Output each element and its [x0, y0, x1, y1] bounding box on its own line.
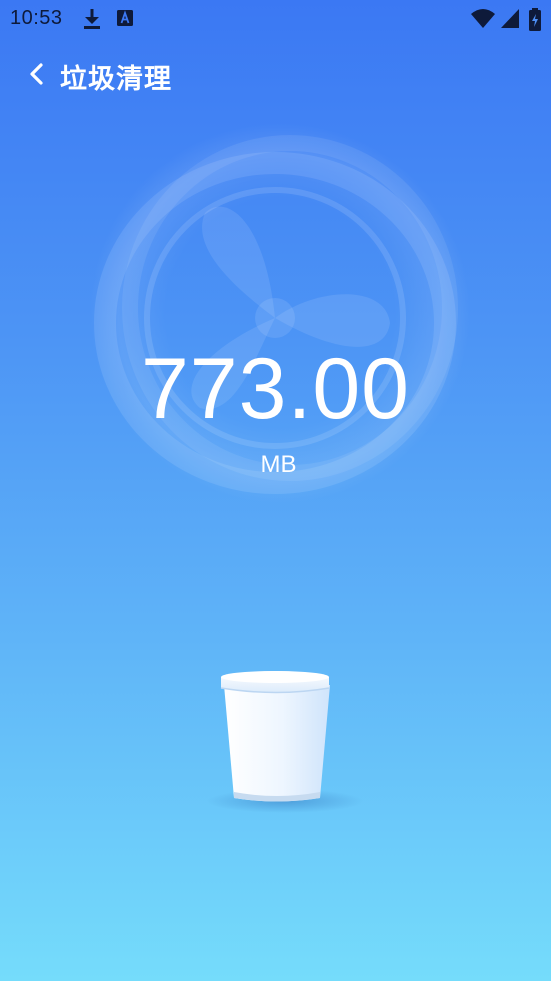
download-icon: [82, 8, 102, 35]
chevron-left-icon: [30, 63, 43, 85]
fan-graphic: [85, 118, 475, 508]
junk-size-value: 773.00: [140, 341, 411, 437]
a-box-icon: [117, 8, 133, 33]
page-title: 垃圾清理: [60, 64, 172, 94]
back-button[interactable]: [20, 56, 54, 90]
junk-clean-screen: 10:53 垃圾清理 773.00 MB: [0, 0, 551, 981]
header-bar: 垃圾清理: [0, 50, 551, 96]
trash-bin-icon: [200, 655, 370, 825]
signal-icon: [500, 8, 520, 35]
battery-charging-icon: [528, 8, 542, 37]
status-bar: 10:53: [0, 0, 551, 38]
status-time: 10:53: [10, 7, 63, 29]
junk-size-unit: MB: [260, 451, 297, 478]
wifi-icon: [470, 8, 496, 35]
